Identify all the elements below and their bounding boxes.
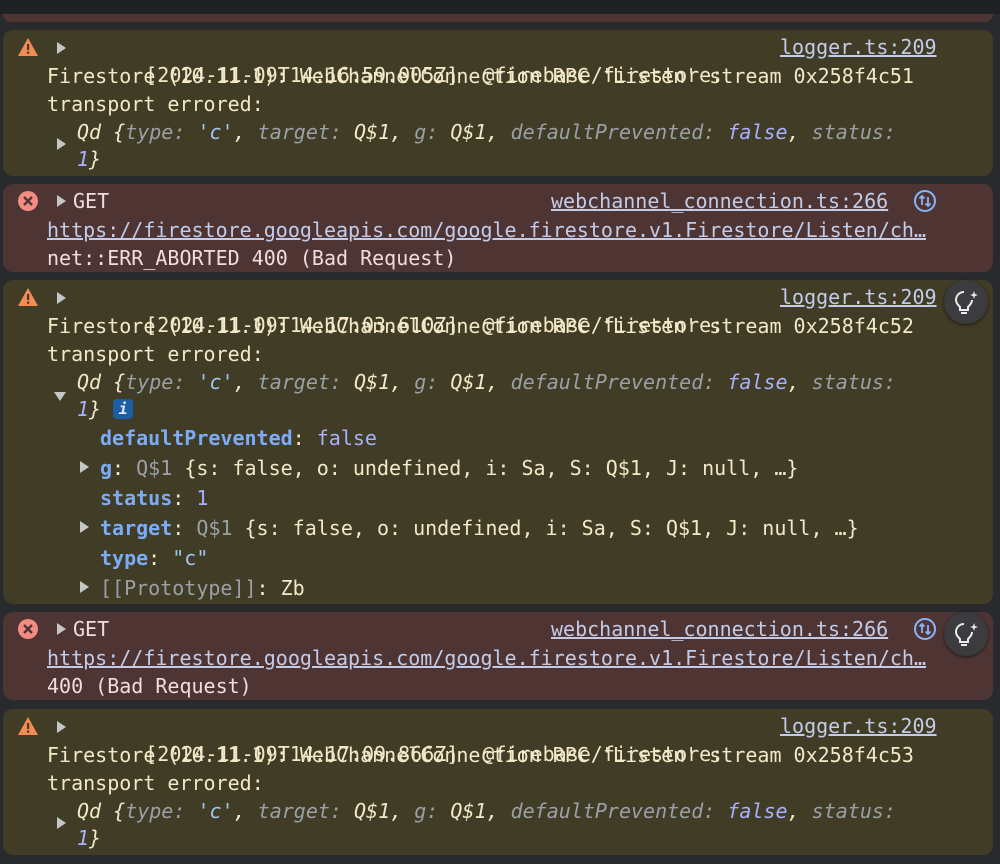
- object-preview-cont: 1}: [77, 147, 102, 171]
- source-link[interactable]: logger.ts:209: [780, 283, 937, 311]
- object-preview[interactable]: Qd {type: 'c', target: Q$1, g: Q$1, defa…: [77, 368, 896, 396]
- log-message: Firestore (10.11.1): WebChannelConnectio…: [47, 64, 914, 88]
- object-property: defaultPrevented: false: [100, 426, 377, 450]
- object-preview-cont: 1} i: [77, 395, 134, 423]
- lightbulb-icon: [954, 623, 978, 646]
- network-request-icon[interactable]: [913, 189, 937, 213]
- console-error-entry[interactable]: GET webchannel_connection.ts:266 https:/…: [3, 612, 993, 700]
- lightbulb-icon: [954, 291, 978, 314]
- object-property: status: 1: [100, 486, 209, 510]
- expand-object-icon[interactable]: [57, 138, 66, 150]
- request-status: net::ERR_ABORTED 400 (Bad Request): [47, 246, 457, 270]
- info-icon[interactable]: i: [113, 399, 134, 419]
- console-panel: [2024-11-09T14:16:59.005Z] @firebase/fir…: [0, 0, 1000, 864]
- expand-property-icon[interactable]: [80, 581, 89, 593]
- expand-toggle-icon[interactable]: [57, 623, 66, 635]
- object-preview[interactable]: Qd {type: 'c', target: Q$1, g: Q$1, defa…: [77, 118, 896, 146]
- expand-property-icon[interactable]: [80, 461, 89, 473]
- expand-toggle-icon[interactable]: [57, 721, 66, 733]
- request-url-link[interactable]: https://firestore.googleapis.com/google.…: [47, 216, 926, 244]
- expand-property-icon[interactable]: [80, 521, 89, 533]
- expand-object-icon[interactable]: [57, 817, 66, 829]
- object-preview[interactable]: Qd {type: 'c', target: Q$1, g: Q$1, defa…: [77, 797, 896, 825]
- request-url-link[interactable]: https://firestore.googleapis.com/google.…: [47, 644, 926, 672]
- object-preview-cont: 1}: [77, 826, 102, 850]
- object-property[interactable]: target: Q$1 {s: false, o: undefined, i: …: [100, 514, 859, 542]
- object-property[interactable]: [[Prototype]]: Zb: [100, 574, 305, 602]
- console-warning-entry[interactable]: [2024-11-09T14:16:59.005Z] @firebase/fir…: [3, 30, 993, 176]
- source-link[interactable]: webchannel_connection.ts:266: [551, 615, 888, 643]
- request-status: 400 (Bad Request): [47, 674, 252, 698]
- console-warning-entry[interactable]: [2024-11-09T14:17:03.610Z] @firebase/fir…: [3, 280, 993, 604]
- expand-toggle-icon[interactable]: [57, 42, 66, 54]
- network-request-icon[interactable]: [913, 617, 937, 641]
- object-property[interactable]: g: Q$1 {s: false, o: undefined, i: Sa, S…: [100, 454, 798, 482]
- collapse-object-icon[interactable]: [54, 392, 66, 401]
- previous-error-entry-edge: [3, 14, 993, 22]
- request-method: GET: [73, 617, 110, 641]
- console-warning-entry[interactable]: [2024-11-09T14:17:09.866Z] @firebase/fir…: [3, 709, 993, 855]
- warning-icon: [18, 38, 38, 56]
- expand-toggle-icon[interactable]: [57, 292, 66, 304]
- source-link[interactable]: webchannel_connection.ts:266: [551, 187, 888, 215]
- source-link[interactable]: logger.ts:209: [780, 712, 937, 740]
- ai-insights-button[interactable]: [944, 280, 988, 324]
- request-method: GET: [73, 189, 110, 213]
- source-link[interactable]: logger.ts:209: [780, 33, 937, 61]
- console-top-bar: [0, 0, 1000, 14]
- expand-toggle-icon[interactable]: [57, 195, 66, 207]
- log-message: transport errored:: [47, 771, 264, 795]
- ai-insights-button[interactable]: [944, 612, 988, 656]
- error-icon: [18, 191, 38, 211]
- object-property: type: "c": [100, 546, 209, 570]
- warning-icon: [18, 288, 38, 306]
- error-icon: [18, 619, 38, 639]
- log-message: transport errored:: [47, 92, 264, 116]
- warning-icon: [18, 717, 38, 735]
- log-message: Firestore (10.11.1): WebChannelConnectio…: [47, 314, 914, 338]
- log-message: Firestore (10.11.1): WebChannelConnectio…: [47, 743, 914, 767]
- log-message: transport errored:: [47, 342, 264, 366]
- console-error-entry[interactable]: GET webchannel_connection.ts:266 https:/…: [3, 184, 993, 272]
